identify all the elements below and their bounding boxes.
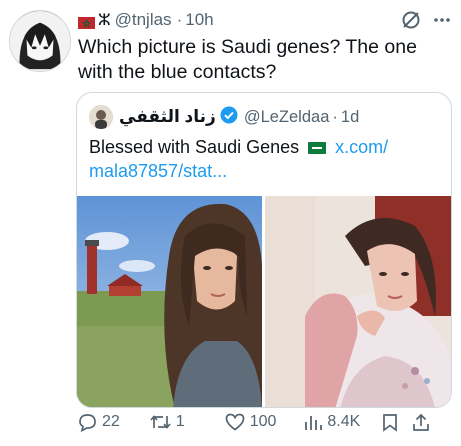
reply-button[interactable]: 22 <box>78 413 120 432</box>
tweet-text: Which picture is Saudi genes? The one wi… <box>78 36 417 83</box>
share-button[interactable] <box>412 413 430 432</box>
morocco-flag-icon <box>78 14 95 29</box>
tweet-actions: 22 1 100 8.4K <box>78 409 452 435</box>
quote-link[interactable]: x.com/ <box>335 137 388 157</box>
reply-icon <box>78 413 97 432</box>
heart-icon <box>225 413 245 431</box>
quote-text: Blessed with Saudi Genes x.com/ mala8785… <box>89 135 439 183</box>
verified-badge-icon <box>220 106 238 129</box>
tweet-header: ⵣ @tnjlas · 10h <box>78 9 451 31</box>
quote-separator-dot: · <box>332 107 338 126</box>
bookmark-button[interactable] <box>382 413 398 432</box>
photo-indoor-selfie[interactable] <box>265 196 451 407</box>
photo-lighthouse-selfie[interactable] <box>77 196 262 407</box>
quote-link-continued[interactable]: mala87857/stat... <box>89 161 227 181</box>
repost-icon <box>150 413 171 431</box>
repost-count: 1 <box>175 413 185 430</box>
quote-handle[interactable]: @LeZeldaa <box>244 108 330 127</box>
amazigh-symbol: ⵣ <box>98 12 111 29</box>
repost-button[interactable]: 1 <box>150 413 185 431</box>
bookmark-icon <box>382 413 398 432</box>
quote-display-name[interactable]: زناد الثقفي <box>119 107 216 127</box>
quote-time[interactable]: 1d <box>341 108 359 127</box>
quote-header: زناد الثقفي @LeZeldaa · 1d <box>89 105 359 129</box>
author-avatar[interactable] <box>9 10 71 72</box>
saudi-flag-icon <box>308 142 327 154</box>
grok-icon[interactable] <box>401 10 421 30</box>
reply-count: 22 <box>102 413 120 430</box>
quoted-tweet[interactable]: زناد الثقفي @LeZeldaa · 1d Blessed with … <box>76 92 452 408</box>
like-button[interactable]: 100 <box>225 413 277 431</box>
views-count: 8.4K <box>327 413 361 430</box>
tweet-time[interactable]: 10h <box>185 10 213 30</box>
quote-text-body: Blessed with Saudi Genes <box>89 137 300 157</box>
views-button[interactable]: 8.4K <box>304 413 360 431</box>
quote-avatar[interactable] <box>89 105 113 129</box>
like-count: 100 <box>249 413 277 430</box>
separator-dot: · <box>176 10 183 29</box>
more-options-icon[interactable] <box>433 17 451 23</box>
analytics-icon <box>304 413 323 431</box>
share-icon <box>412 413 430 432</box>
author-handle[interactable]: @tnjlas <box>115 10 172 30</box>
